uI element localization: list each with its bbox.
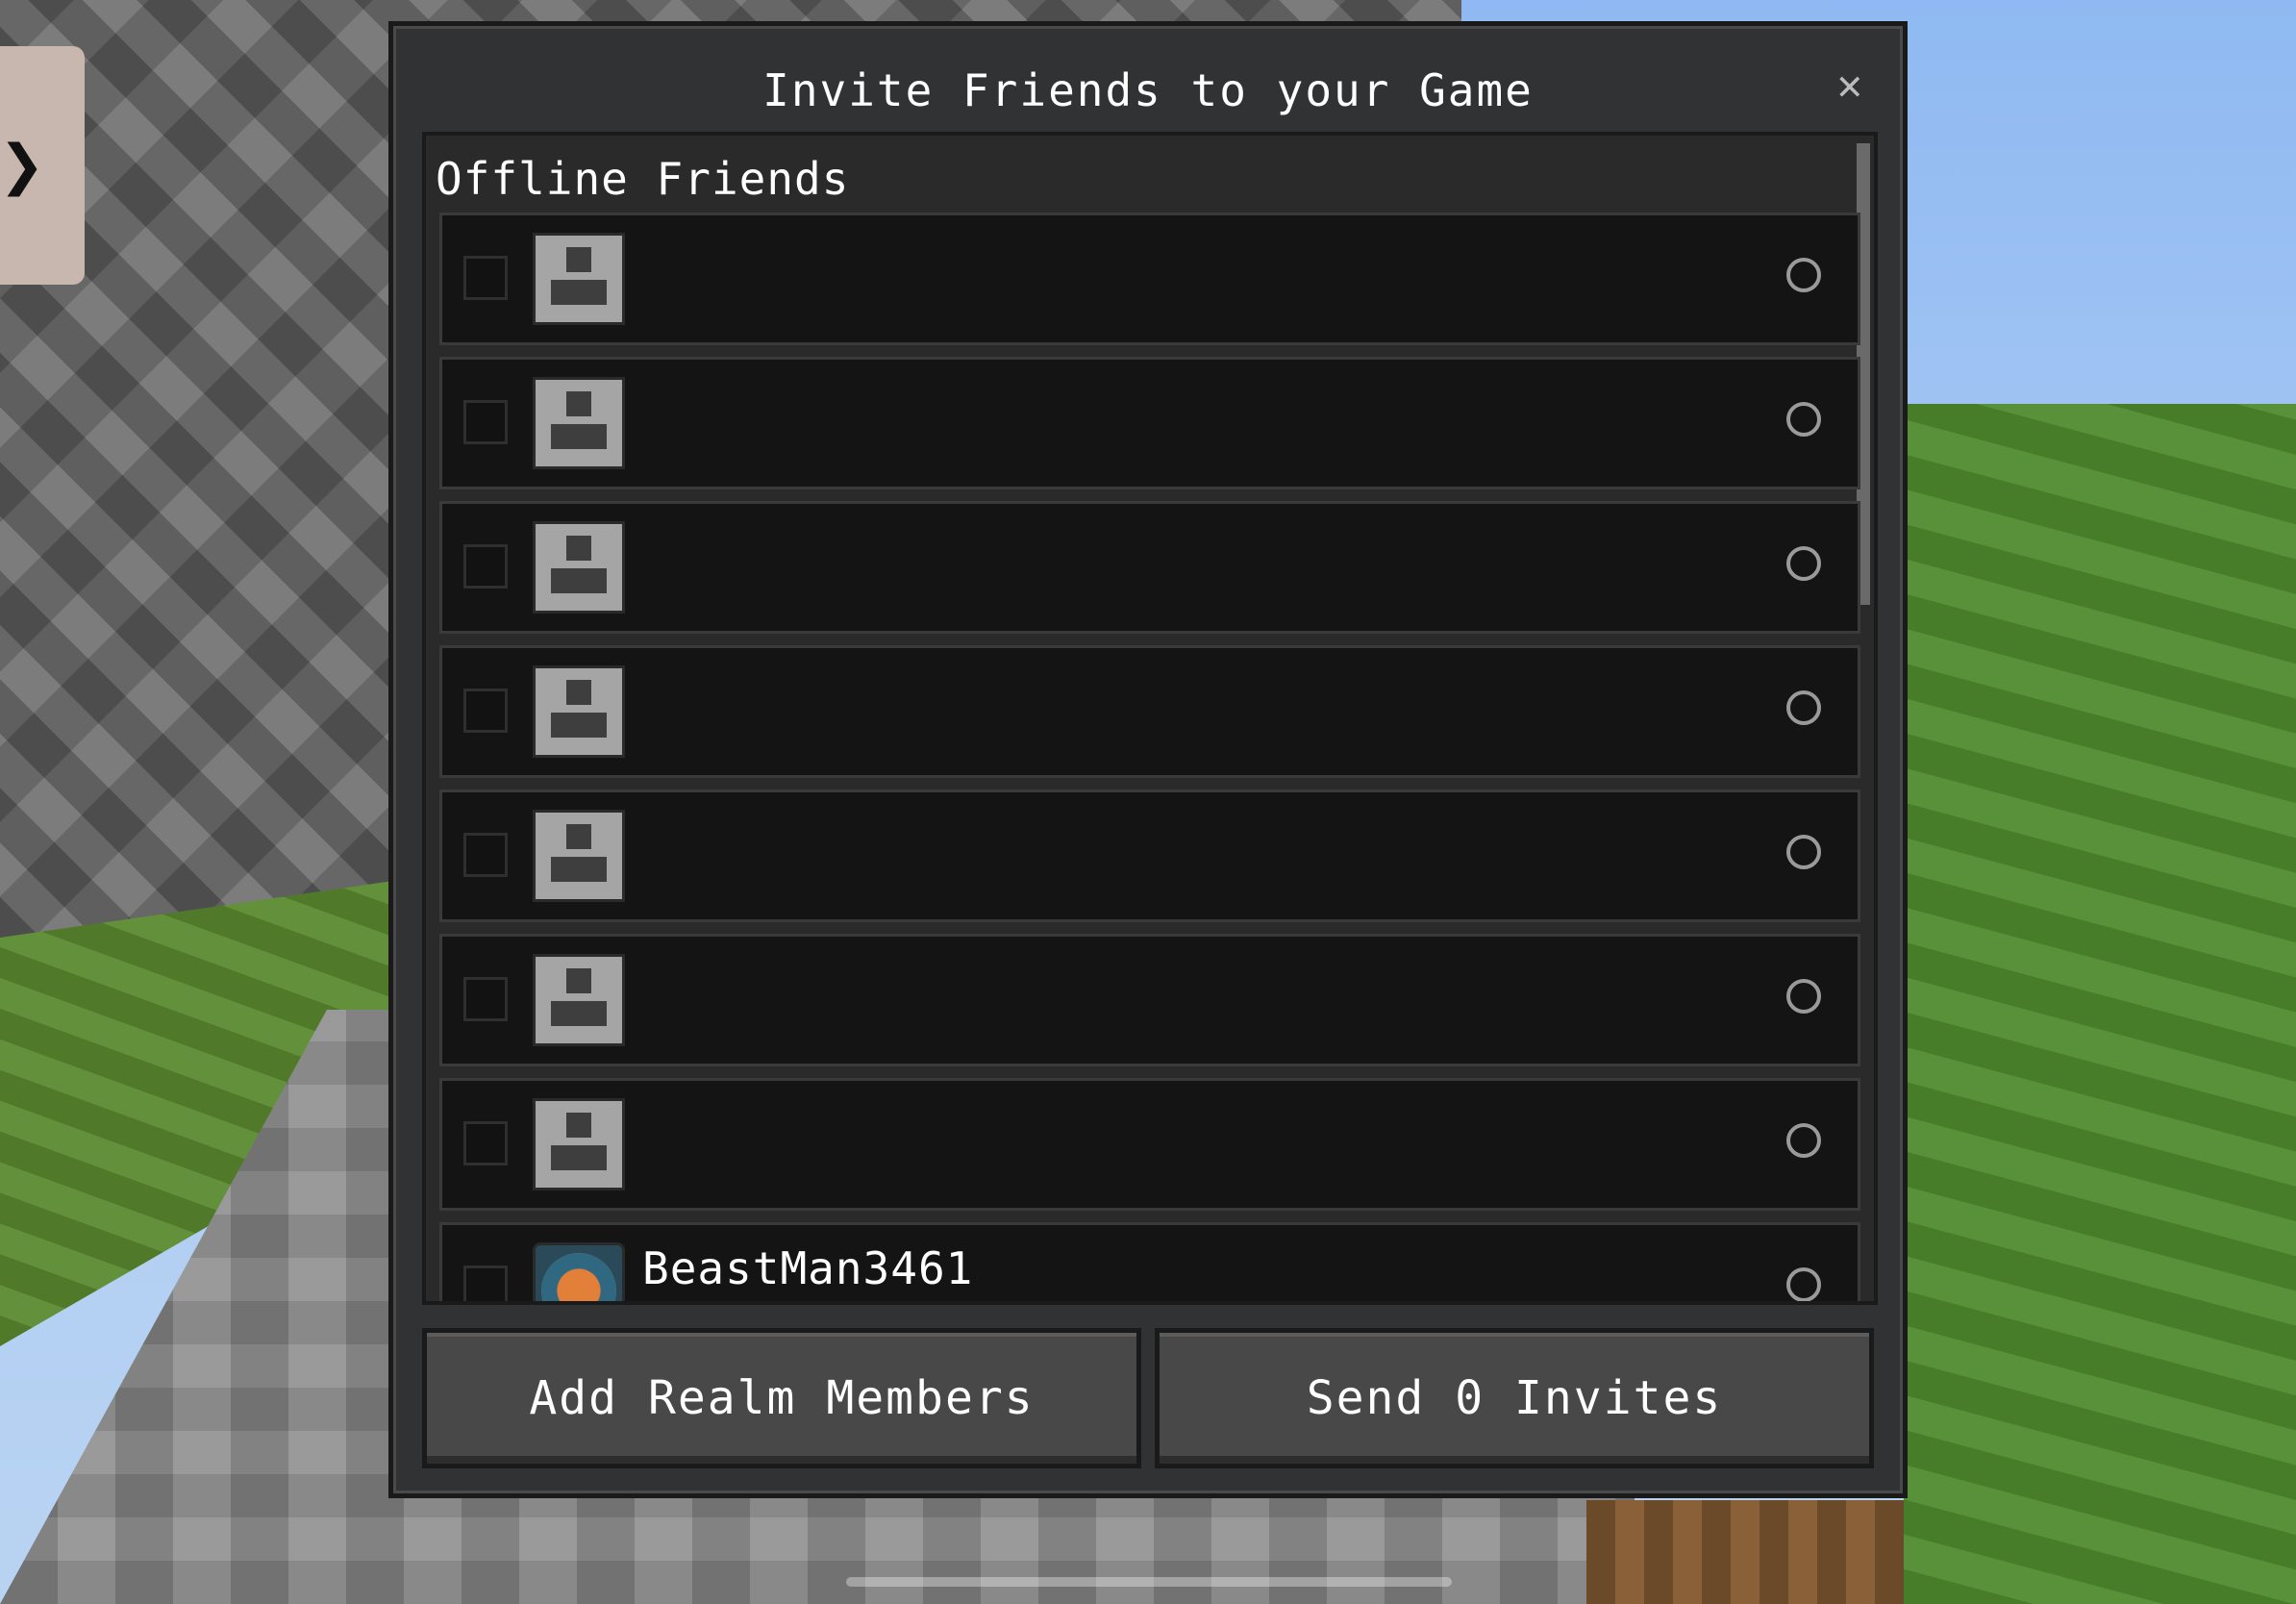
chevron-right-icon: ❯ (0, 122, 45, 209)
friend-checkbox[interactable] (463, 1266, 508, 1301)
friend-row[interactable] (439, 213, 1860, 345)
default-avatar-icon (533, 665, 625, 758)
side-panel-toggle-button[interactable]: ❯ (0, 46, 85, 285)
offline-friends-header: Offline Friends (436, 153, 850, 205)
friend-checkbox[interactable] (463, 256, 508, 300)
friends-list[interactable]: Offline Friends BeastMan3461 (422, 132, 1878, 1305)
friend-row[interactable] (439, 501, 1860, 634)
default-avatar-icon (533, 233, 625, 325)
friend-checkbox[interactable] (463, 689, 508, 733)
friend-row[interactable] (439, 1078, 1860, 1211)
offline-status-icon (1786, 546, 1821, 581)
add-realm-members-button[interactable]: Add Realm Members (422, 1328, 1141, 1468)
friend-row[interactable] (439, 934, 1860, 1066)
grass-terrain-right (1904, 404, 2296, 1604)
default-avatar-icon (533, 1098, 625, 1190)
offline-status-icon (1786, 258, 1821, 292)
home-indicator-bar[interactable] (846, 1577, 1452, 1587)
offline-status-icon (1786, 1123, 1821, 1158)
friend-row[interactable] (439, 357, 1860, 489)
friend-row[interactable]: BeastMan3461 (439, 1222, 1860, 1301)
friend-rows: BeastMan3461 (439, 213, 1860, 1301)
invite-friends-dialog: Invite Friends to your Game ✕ Offline Fr… (388, 21, 1908, 1498)
close-icon[interactable]: ✕ (1837, 61, 1863, 110)
offline-status-icon (1786, 690, 1821, 725)
default-avatar-icon (533, 954, 625, 1046)
friend-checkbox[interactable] (463, 400, 508, 444)
gamerpic-avatar-icon (533, 1242, 625, 1301)
dirt-block (1586, 1500, 1904, 1604)
friend-checkbox[interactable] (463, 977, 508, 1021)
friend-row[interactable] (439, 645, 1860, 778)
offline-status-icon (1786, 979, 1821, 1014)
offline-status-icon (1786, 402, 1821, 437)
friend-checkbox[interactable] (463, 833, 508, 877)
default-avatar-icon (533, 810, 625, 902)
default-avatar-icon (533, 377, 625, 469)
send-invites-button[interactable]: Send 0 Invites (1155, 1328, 1874, 1468)
friend-row[interactable] (439, 789, 1860, 922)
offline-status-icon (1786, 835, 1821, 869)
friend-name: BeastMan3461 (642, 1242, 974, 1294)
friend-checkbox[interactable] (463, 544, 508, 589)
default-avatar-icon (533, 521, 625, 614)
offline-status-icon (1786, 1267, 1821, 1301)
friend-checkbox[interactable] (463, 1121, 508, 1165)
dialog-title: Invite Friends to your Game (762, 64, 1534, 116)
